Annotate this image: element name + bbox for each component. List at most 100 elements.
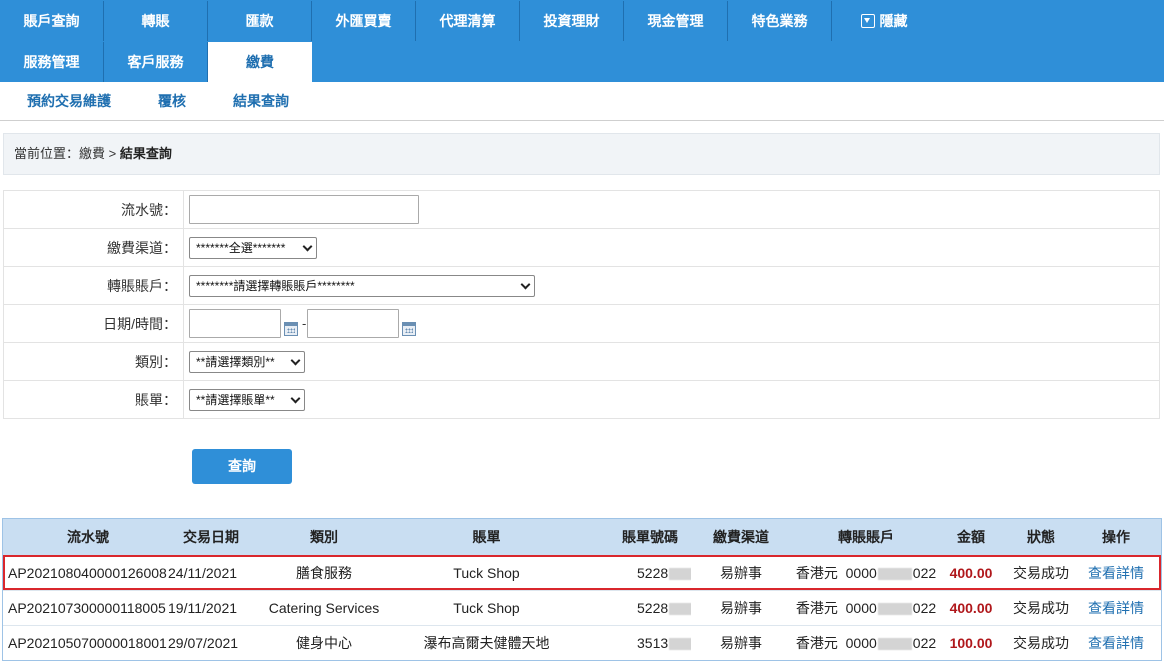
cell-status: 交易成功 (1013, 600, 1069, 616)
date-separator: - (302, 316, 307, 331)
datetime-label: 日期/時間： (4, 305, 184, 342)
table-row: AP202108040000126008 24/11/2021 膳食服務 Tuc… (3, 555, 1161, 590)
cell-serial: AP202107300000118005 (8, 600, 166, 616)
account-prefix: 0000 (845, 600, 877, 616)
header-category: 類別 (310, 529, 338, 545)
subnav-scheduled-maintenance[interactable]: 預約交易維護 (27, 91, 111, 111)
channel-select-value: *******全選******* (196, 241, 286, 255)
form-row-category: 類別： **請選擇類別** (3, 343, 1160, 381)
date-to-input[interactable] (307, 309, 400, 338)
chevron-down-icon (520, 279, 531, 289)
cell-amount: 400.00 (949, 600, 993, 616)
nav-service-management[interactable]: 服務管理 (0, 42, 104, 82)
nav-bill-payment[interactable]: 繳費 (208, 42, 312, 82)
calendar-icon[interactable] (284, 321, 298, 336)
cell-serial: AP202108040000126008 (8, 565, 167, 581)
query-button[interactable]: 查詢 (192, 449, 292, 484)
header-status: 狀態 (1027, 529, 1055, 545)
view-details-link[interactable]: 查看詳情 (1081, 598, 1151, 618)
nav-agency-clearing[interactable]: 代理清算 (416, 1, 520, 41)
chevron-down-icon (302, 241, 313, 251)
header-account: 轉賬賬戶 (838, 529, 894, 545)
nav-account-inquiry[interactable]: 賬戶查詢 (0, 1, 104, 41)
nav-customer-service[interactable]: 客戶服務 (104, 42, 208, 82)
account-currency: 香港元 (795, 635, 838, 651)
cell-account: 香港元 0000 022 (791, 598, 941, 618)
cell-account: 香港元 0000 022 (791, 633, 941, 653)
cell-channel: 易辦事 (720, 600, 762, 616)
account-suffix: 022 (912, 600, 937, 616)
category-select[interactable]: **請選擇類別** (189, 350, 305, 373)
cell-bill-no: 3513 (579, 635, 691, 651)
date-from-input[interactable] (189, 309, 281, 338)
subnav-review[interactable]: 覆核 (158, 91, 186, 111)
nav-hide-button[interactable]: 隱藏 (832, 1, 936, 41)
bill-no-prefix: 5228 (637, 565, 669, 581)
cell-bill: Tuck Shop (453, 565, 520, 581)
redaction-mask (669, 603, 691, 616)
search-form: 流水號： 繳費渠道： *******全選******* 轉賬賬戶： ******… (3, 190, 1160, 419)
bill-label: 賬單： (4, 381, 184, 418)
cell-bill: Tuck Shop (453, 600, 520, 616)
nav-fx-trading[interactable]: 外匯買賣 (312, 1, 416, 41)
form-row-account: 轉賬賬戶： ********請選擇轉賬賬戶******** (3, 267, 1160, 305)
breadcrumb-current: 結果查詢 (119, 146, 172, 161)
account-label: 轉賬賬戶： (4, 267, 184, 304)
header-bill: 賬單 (472, 529, 501, 545)
view-details-link[interactable]: 查看詳情 (1081, 633, 1151, 653)
subnav-result-inquiry[interactable]: 結果查詢 (233, 91, 289, 111)
account-currency: 香港元 (795, 600, 838, 616)
form-row-channel: 繳費渠道： *******全選******* (3, 229, 1160, 267)
channel-select[interactable]: *******全選******* (189, 236, 317, 259)
account-currency: 香港元 (795, 565, 838, 581)
cell-category: 膳食服務 (296, 565, 352, 581)
serial-label: 流水號： (4, 191, 184, 228)
header-amount: 金額 (957, 529, 985, 545)
nav-special-services[interactable]: 特色業務 (728, 1, 832, 41)
cell-channel: 易辦事 (720, 635, 762, 651)
nav-row-secondary: 服務管理 客戶服務 繳費 (0, 42, 312, 82)
nav-remittance[interactable]: 匯款 (208, 1, 312, 41)
cell-date: 29/07/2021 (168, 635, 239, 651)
cell-status: 交易成功 (1013, 635, 1069, 651)
account-suffix: 022 (912, 565, 937, 581)
serial-input[interactable] (189, 195, 419, 224)
table-row: AP202107300000118005 19/11/2021 Catering… (3, 590, 1161, 625)
breadcrumb-prefix: 當前位置：繳費 > (14, 146, 120, 161)
form-row-serial: 流水號： (3, 191, 1160, 229)
header-serial: 流水號 (67, 529, 109, 545)
chevron-down-icon (290, 393, 301, 403)
cell-bill-no: 5228 (579, 600, 691, 616)
results-table: 流水號 交易日期 類別 賬單 賬單號碼 繳費渠道 轉賬賬戶 金額 狀態 操作 A… (2, 518, 1162, 661)
nav-investment[interactable]: 投資理財 (520, 1, 624, 41)
header-date: 交易日期 (183, 529, 239, 545)
view-details-link[interactable]: 查看詳情 (1081, 563, 1151, 583)
cell-bill-no: 5228 (579, 565, 691, 581)
cell-date: 24/11/2021 (168, 565, 238, 581)
nav-row-primary: 賬戶查詢 轉賬 匯款 外匯買賣 代理清算 投資理財 現金管理 特色業務 隱藏 (0, 1, 936, 41)
bill-select-value: **請選擇賬單** (196, 393, 275, 407)
top-navigation: 賬戶查詢 轉賬 匯款 外匯買賣 代理清算 投資理財 現金管理 特色業務 隱藏 服… (0, 0, 1164, 82)
cell-bill: 瀑布高爾夫健體天地 (423, 635, 550, 651)
bill-select[interactable]: **請選擇賬單** (189, 388, 305, 411)
nav-cash-management[interactable]: 現金管理 (624, 1, 728, 41)
account-select-value: ********請選擇轉賬賬戶******** (196, 279, 355, 293)
chevron-down-icon (290, 355, 301, 365)
cell-account: 香港元 0000 022 (791, 563, 941, 583)
account-suffix: 022 (912, 635, 937, 651)
header-bill-no: 賬單號碼 (622, 529, 678, 545)
table-header: 流水號 交易日期 類別 賬單 賬單號碼 繳費渠道 轉賬賬戶 金額 狀態 操作 (3, 519, 1161, 555)
redaction-mask (877, 638, 912, 651)
account-select[interactable]: ********請選擇轉賬賬戶******** (189, 274, 535, 297)
calendar-icon[interactable] (402, 321, 417, 336)
cell-channel: 易辦事 (720, 565, 762, 581)
header-channel: 繳費渠道 (713, 529, 769, 545)
cell-category: 健身中心 (296, 635, 352, 651)
account-prefix: 0000 (845, 635, 877, 651)
account-prefix: 0000 (845, 565, 877, 581)
redaction-mask (669, 568, 691, 581)
cell-amount: 400.00 (949, 565, 993, 581)
nav-transfer[interactable]: 轉賬 (104, 1, 208, 41)
cell-serial: AP202105070000018001 (8, 635, 167, 651)
header-action: 操作 (1102, 529, 1130, 545)
